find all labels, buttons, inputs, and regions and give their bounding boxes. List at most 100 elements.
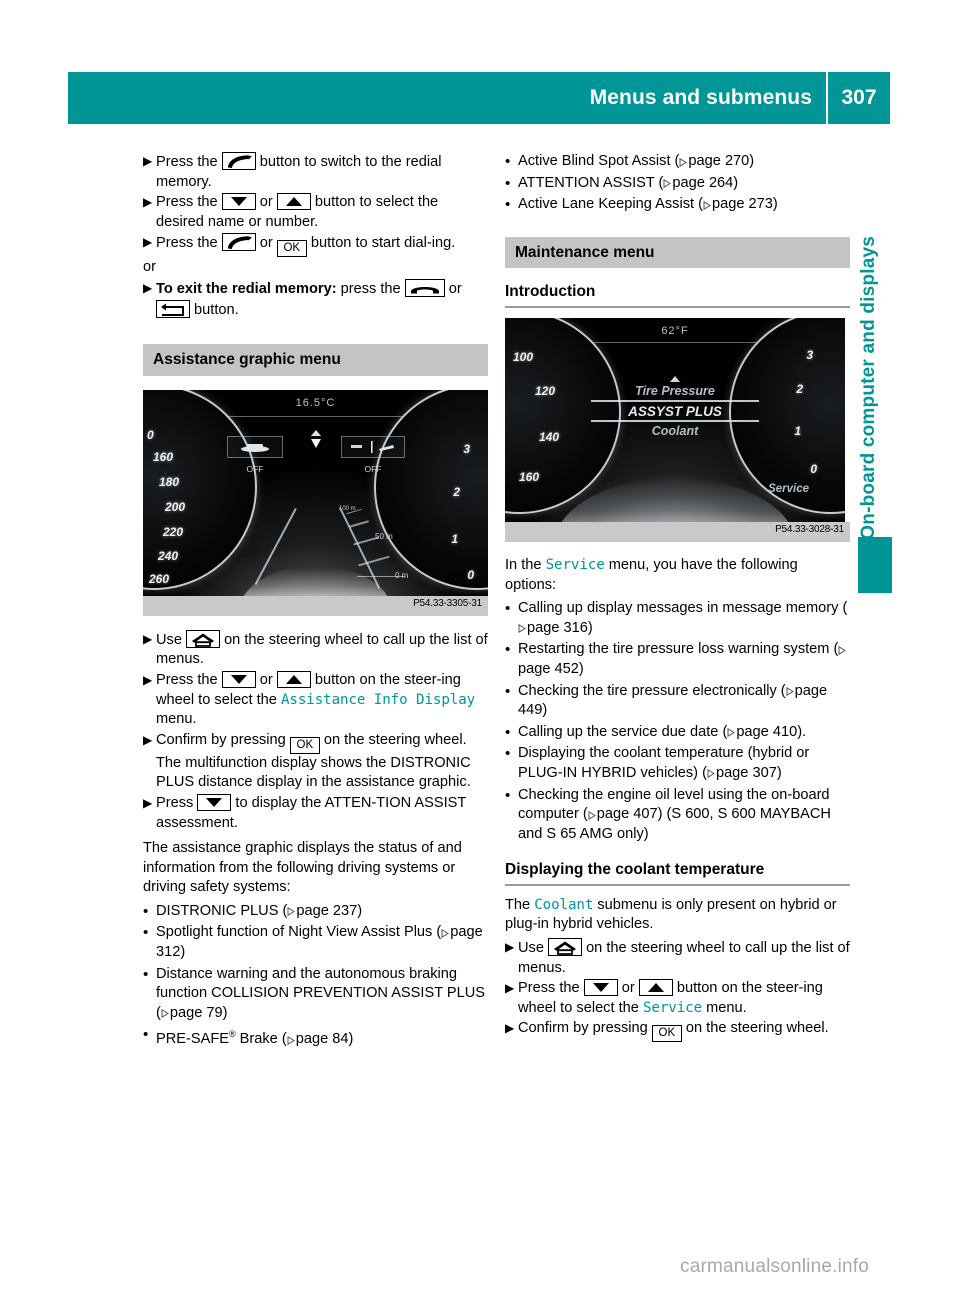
bullet-text: Restarting the tire pressure loss warnin… bbox=[518, 641, 839, 658]
figure-code-left: P54.33-3305-31 bbox=[413, 598, 482, 610]
step-text: Press the bbox=[156, 235, 222, 252]
bullet-text: Spotlight function of Night View Assist … bbox=[156, 924, 442, 941]
assist-right-state: OFF bbox=[364, 463, 382, 474]
left-step-item: ▶ Press the or button to select the desir… bbox=[143, 193, 488, 232]
right-bullet-top-item: • Active Lane Keeping Assist (page 273) bbox=[505, 195, 850, 215]
bullet-tail: ) bbox=[578, 660, 584, 677]
left-step2-item: ▶ Press the or button on the steer-ing wh… bbox=[143, 670, 488, 730]
left-bullet-item-body: Distance warning and the autonomous brak… bbox=[156, 965, 488, 1024]
right-bullet-top-item: • Active Blind Spot Assist (page 270) bbox=[505, 152, 850, 172]
service-menu-intro: In the Service menu, you have the follow… bbox=[505, 556, 850, 595]
tachometer-dial bbox=[374, 389, 488, 590]
down-arrow-icon bbox=[583, 979, 618, 997]
cluster-top-rule-2 bbox=[579, 341, 771, 343]
step-text: Press the bbox=[156, 194, 222, 211]
step-marker-icon: ▶ bbox=[143, 280, 153, 295]
lane-indicator-icon bbox=[309, 429, 323, 457]
right-step-item: ▶ Press the or button on the steer-ing wh… bbox=[505, 979, 850, 1018]
step-text: The multifunction display shows the DIST… bbox=[156, 754, 471, 791]
left-step-list-1: ▶ Press the button to switch to the redia… bbox=[143, 152, 488, 258]
step-marker-icon: ▶ bbox=[143, 795, 153, 810]
figure-assistance-graphic: 16.5°C 0 160 180 200 220 240 260 3 2 1 0 bbox=[143, 389, 488, 616]
back-icon bbox=[156, 299, 190, 318]
step-marker-icon: ▶ bbox=[143, 732, 153, 747]
page-reference-icon bbox=[838, 645, 847, 655]
bullet-marker-icon: • bbox=[143, 965, 149, 983]
bullet-text: Active Lane Keeping Assist ( bbox=[518, 196, 703, 213]
ui-menu-name: Service bbox=[642, 999, 703, 1016]
right-bullet-service-item: • Displaying the coolant temperature (hyb… bbox=[505, 744, 850, 783]
speed-label-240: 240 bbox=[158, 548, 179, 563]
right-bullet-service-item: • Calling up the service due date (page 4… bbox=[505, 723, 850, 743]
bullet-marker-icon: • bbox=[505, 682, 511, 700]
rpm-label-1: 1 bbox=[451, 531, 458, 546]
page-reference-label[interactable]: page 410 bbox=[736, 724, 797, 740]
cluster-top-rule bbox=[221, 415, 410, 417]
page-header: Menus and submenus 307 bbox=[68, 72, 890, 124]
page-reference-label[interactable]: page 407 bbox=[597, 806, 658, 822]
page-reference-label[interactable]: page 316 bbox=[527, 620, 588, 636]
left-step2-item-body: Confirm by pressing OK on the steering w… bbox=[156, 731, 488, 793]
home-icon bbox=[186, 629, 221, 648]
figure-code-right: P54.33-3028-31 bbox=[775, 524, 844, 536]
step-marker-icon: ▶ bbox=[143, 235, 153, 250]
menu-item-assyst-plus: ASSYST PLUS bbox=[628, 403, 722, 419]
bullet-tail: ) bbox=[180, 944, 186, 961]
step-text: or bbox=[255, 194, 277, 211]
coolant-submenu-note: The Coolant submenu is only present on h… bbox=[505, 896, 850, 935]
bullet-text: DISTRONIC PLUS ( bbox=[156, 902, 288, 919]
section-bar-assistance-graphic: Assistance graphic menu bbox=[143, 344, 488, 376]
page-number: 307 bbox=[841, 86, 877, 109]
right-step-list: ▶ Use on the steering wheel to call up th… bbox=[505, 938, 850, 1043]
page-reference-label[interactable]: page 307 bbox=[716, 765, 777, 781]
left-bullet-item: • DISTRONIC PLUS (page 237) bbox=[143, 902, 488, 922]
right-step-item-body: Use on the steering wheel to call up the… bbox=[518, 938, 850, 978]
left-bullet-item-body: PRE-SAFE® Brake (page 84) bbox=[156, 1025, 488, 1049]
rpm-label-0: 0 bbox=[467, 567, 474, 582]
right-step-item: ▶ Use on the steering wheel to call up th… bbox=[505, 938, 850, 978]
left-step-item-body: Press the button to switch to the redial… bbox=[156, 152, 488, 192]
exit-redial-tail: button. bbox=[190, 301, 239, 318]
page-reference-label[interactable]: page 273 bbox=[712, 196, 773, 212]
step-text: Press the bbox=[156, 671, 222, 688]
bullet-marker-icon: • bbox=[505, 723, 511, 741]
step-text: Press the bbox=[518, 980, 584, 997]
left-step-item: ▶ Press the button to switch to the redia… bbox=[143, 152, 488, 192]
assistance-graphic-intro: The assistance graphic displays the stat… bbox=[143, 840, 462, 896]
right-bullet-service-item: • Calling up display messages in message … bbox=[505, 599, 850, 638]
left-step2-item: ▶ Confirm by pressing OK on the steering … bbox=[143, 731, 488, 793]
ok-icon: OK bbox=[651, 1025, 682, 1043]
page-reference-label[interactable]: page 452 bbox=[518, 661, 579, 677]
page-reference-icon bbox=[786, 687, 794, 697]
right-bullet-service-item-body: Checking the engine oil level using the … bbox=[518, 786, 850, 845]
step-text: on the steering wheel. bbox=[319, 731, 467, 748]
exit-redial-after: press the bbox=[336, 280, 405, 297]
page-reference-icon bbox=[161, 1009, 169, 1019]
page-reference-label[interactable]: page 237 bbox=[296, 903, 357, 919]
right-step-item-body: Confirm by pressing OK on the steering w… bbox=[518, 1019, 850, 1043]
bullet-tail: ) bbox=[348, 1031, 354, 1048]
right-step-item-body: Press the or button on the steer-ing whe… bbox=[518, 979, 850, 1018]
step-text: or bbox=[255, 671, 277, 688]
rpm-label-3b: 3 bbox=[806, 347, 813, 362]
up-arrow-icon bbox=[276, 670, 311, 688]
home-icon bbox=[548, 938, 583, 957]
coolant-menu-name: Coolant bbox=[534, 896, 594, 913]
bullet-tail: ) bbox=[587, 619, 593, 636]
assist-box-right bbox=[341, 435, 405, 458]
left-bullet-item-body: DISTRONIC PLUS (page 237) bbox=[156, 902, 488, 922]
speed-label-260: 260 bbox=[149, 571, 170, 586]
phone-accept-icon bbox=[221, 152, 256, 170]
chapter-marker-square bbox=[858, 537, 892, 593]
right-bullet-top-item-body: Active Lane Keeping Assist (page 273) bbox=[518, 195, 850, 215]
page-reference-label[interactable]: page 84 bbox=[296, 1031, 349, 1047]
bullet-marker-icon: • bbox=[505, 786, 511, 804]
page-reference-label[interactable]: page 270 bbox=[688, 153, 749, 169]
step-marker-icon: ▶ bbox=[505, 1021, 515, 1036]
bullet-text: ATTENTION ASSIST ( bbox=[518, 174, 664, 191]
right-bullet-service-item-body: Calling up the service due date (page 41… bbox=[518, 723, 850, 743]
right-bullet-service-item: • Checking the engine oil level using the… bbox=[505, 786, 850, 845]
page-reference-label[interactable]: page 264 bbox=[672, 175, 733, 191]
page-reference-label[interactable]: page 79 bbox=[170, 1005, 223, 1021]
bullet-tail: ). bbox=[797, 723, 807, 740]
